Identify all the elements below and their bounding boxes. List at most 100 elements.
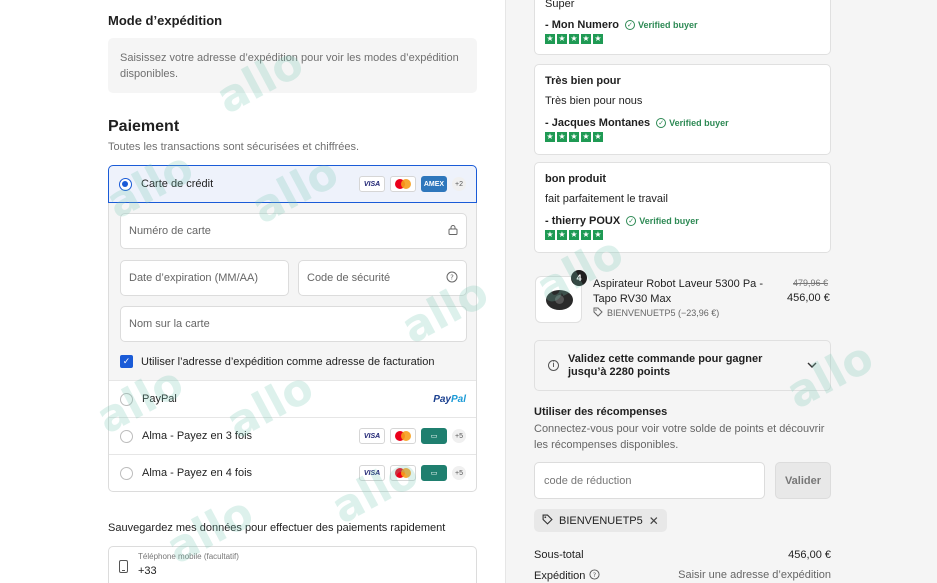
star-icon: ★ bbox=[569, 230, 579, 240]
alma3-radio[interactable] bbox=[120, 429, 133, 443]
rating-stars: ★ ★ ★ ★ ★ bbox=[545, 230, 820, 240]
star-icon: ★ bbox=[581, 34, 591, 44]
check-circle-icon: ✓ bbox=[656, 118, 667, 128]
alma3-logos: VISA ▭ +5 bbox=[359, 428, 466, 444]
checkout-form-column: Mode d’expédition Saisissez votre adress… bbox=[0, 0, 505, 583]
shipping-value: Saisir une adresse d’expédition bbox=[678, 569, 831, 581]
mastercard-icon bbox=[390, 176, 416, 192]
svg-text:?: ? bbox=[450, 273, 454, 281]
product-image: 4 bbox=[535, 270, 587, 323]
review-title: Très bien pour bbox=[545, 75, 621, 87]
paypal-logo-b: Pal bbox=[450, 393, 466, 405]
alma4-radio[interactable] bbox=[120, 466, 133, 480]
points-cta[interactable]: i Validez cette commande pour gagner jus… bbox=[534, 340, 831, 391]
review-author-row: - Mon Numero ✓ Verified buyer bbox=[545, 19, 820, 31]
review-author: - Mon Numero bbox=[545, 19, 619, 31]
verified-label: Verified buyer bbox=[669, 118, 729, 128]
alma4-label: Alma - Payez en 4 fois bbox=[142, 467, 253, 479]
review-card: bon produit fait parfaitement le travail… bbox=[534, 162, 831, 253]
alma4-logos: VISA ▭ +5 bbox=[359, 465, 466, 481]
star-icon: ★ bbox=[569, 132, 579, 142]
phone-icon bbox=[119, 560, 128, 578]
remove-code-icon[interactable]: ✕ bbox=[649, 514, 659, 528]
robot-vacuum-icon bbox=[546, 290, 573, 310]
product-name: Aspirateur Robot Laveur 5300 Pa - Tapo R… bbox=[593, 277, 763, 307]
star-icon: ★ bbox=[593, 132, 603, 142]
expiry-placeholder: Date d’expiration (MM/AA) bbox=[129, 272, 258, 284]
shipping-method-info-text: Saisissez votre adresse d’expédition pou… bbox=[120, 52, 459, 80]
cb-card-icon: ▭ bbox=[421, 465, 447, 481]
card-logos: VISA AMEX +2 bbox=[359, 176, 466, 192]
verified-badge: ✓ Verified buyer bbox=[656, 118, 729, 128]
verified-badge: ✓ Verified buyer bbox=[624, 20, 698, 30]
shipping-method-title: Mode d’expédition bbox=[108, 13, 223, 28]
star-icon: ★ bbox=[557, 230, 567, 240]
info-icon: i bbox=[548, 360, 559, 371]
lock-icon bbox=[448, 224, 458, 238]
product-name-line1: Aspirateur Robot Laveur 5300 Pa - bbox=[593, 278, 763, 290]
discount-code-placeholder: code de réduction bbox=[544, 474, 632, 487]
payment-option-alma4[interactable]: Alma - Payez en 4 fois VISA ▭ +5 bbox=[109, 454, 476, 491]
review-body: Très bien pour nous bbox=[545, 95, 643, 107]
card-radio[interactable] bbox=[119, 177, 132, 191]
help-icon[interactable]: ? bbox=[446, 271, 458, 286]
discount-code-input[interactable]: code de réduction bbox=[534, 462, 765, 499]
review-title: bon produit bbox=[545, 173, 607, 185]
product-discount-text: BIENVENUETP5 (−23,96 €) bbox=[607, 308, 720, 318]
security-code-field[interactable]: Code de sécurité ? bbox=[298, 260, 467, 296]
tag-icon bbox=[542, 514, 553, 528]
review-card: Très bien pour Très bien pour nous - Jac… bbox=[534, 64, 831, 155]
payment-option-alma3[interactable]: Alma - Payez en 3 fois VISA ▭ +5 bbox=[109, 417, 476, 454]
star-icon: ★ bbox=[545, 132, 555, 142]
star-icon: ★ bbox=[581, 230, 591, 240]
verified-label: Verified buyer bbox=[639, 216, 699, 226]
subtotal-label: Sous-total bbox=[534, 549, 584, 561]
payment-title: Paiement bbox=[108, 118, 180, 135]
review-body: fait parfaitement le travail bbox=[545, 193, 668, 205]
payment-methods: Carte de crédit VISA AMEX +2 Numéro de c… bbox=[108, 165, 477, 492]
help-icon[interactable]: ? bbox=[589, 569, 600, 583]
star-icon: ★ bbox=[593, 230, 603, 240]
apply-code-button[interactable]: Valider bbox=[775, 462, 831, 499]
chevron-down-icon[interactable] bbox=[807, 360, 817, 372]
card-name-placeholder: Nom sur la carte bbox=[129, 318, 210, 330]
product-old-price: 479,96 € bbox=[793, 278, 829, 288]
billing-same-row[interactable]: ✓ Utiliser l’adresse d’expédition comme … bbox=[120, 355, 434, 368]
phone-field[interactable]: Téléphone mobile (facultatif) +33 bbox=[108, 546, 477, 583]
review-author: - Jacques Montanes bbox=[545, 117, 651, 129]
payment-subtitle: Toutes les transactions sont sécurisées … bbox=[108, 141, 360, 153]
cb-card-icon: ▭ bbox=[421, 428, 447, 444]
check-circle-icon: ✓ bbox=[626, 216, 637, 226]
more-methods-badge: +5 bbox=[452, 429, 466, 443]
star-icon: ★ bbox=[581, 132, 591, 142]
card-name-field[interactable]: Nom sur la carte bbox=[120, 306, 467, 342]
shipping-row: Expédition ? Saisir une adresse d’expédi… bbox=[534, 569, 831, 583]
order-summary-column: Super - Mon Numero ✓ Verified buyer ★ ★ ★ ★ ★… bbox=[505, 0, 937, 583]
payment-option-paypal[interactable]: PayPal PayPal bbox=[109, 380, 476, 417]
security-code-placeholder: Code de sécurité bbox=[307, 272, 391, 284]
mastercard-icon bbox=[390, 465, 416, 481]
paypal-label: PayPal bbox=[142, 393, 177, 405]
review-author-row: - thierry POUX ✓ Verified buyer bbox=[545, 215, 820, 227]
paypal-logo-a: Pay bbox=[433, 393, 451, 405]
visa-icon: VISA bbox=[359, 465, 385, 481]
star-icon: ★ bbox=[593, 34, 603, 44]
shipping-label: Expédition bbox=[534, 570, 586, 582]
check-circle-icon: ✓ bbox=[624, 20, 635, 30]
expiry-field[interactable]: Date d’expiration (MM/AA) bbox=[120, 260, 289, 296]
points-cta-text: Validez cette commande pour gagner jusqu… bbox=[568, 353, 762, 379]
rating-stars: ★ ★ ★ ★ ★ bbox=[545, 132, 820, 142]
card-number-field[interactable]: Numéro de carte bbox=[120, 213, 467, 249]
rewards-text-line2: les récompenses disponibles. bbox=[534, 439, 679, 451]
other-payment-options: PayPal PayPal Alma - Payez en 3 fois VIS… bbox=[108, 380, 477, 492]
rewards-text-line1: Connectez-vous pour voir votre solde de … bbox=[534, 423, 825, 435]
payment-option-card[interactable]: Carte de crédit VISA AMEX +2 bbox=[108, 165, 477, 203]
product-discount: BIENVENUETP5 (−23,96 €) bbox=[593, 307, 719, 319]
rewards-text: Connectez-vous pour voir votre solde de … bbox=[534, 421, 824, 453]
subtotal-value: 456,00 € bbox=[788, 549, 831, 561]
verified-label: Verified buyer bbox=[637, 20, 698, 30]
billing-same-checkbox[interactable]: ✓ bbox=[120, 355, 133, 368]
review-author-row: - Jacques Montanes ✓ Verified buyer bbox=[545, 117, 820, 129]
card-form: Numéro de carte Date d’expiration (MM/AA… bbox=[108, 203, 477, 380]
paypal-radio[interactable] bbox=[120, 392, 133, 406]
